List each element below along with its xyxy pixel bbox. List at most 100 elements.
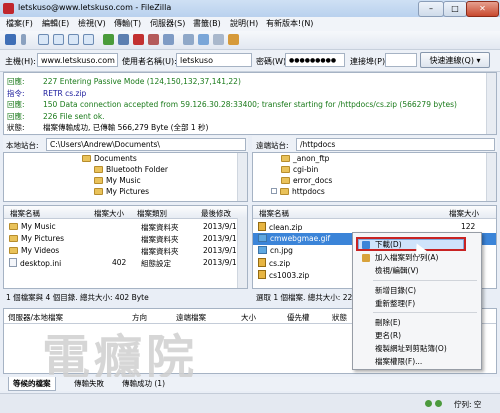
log-scrollbar[interactable] [486,73,496,134]
local-tree-scrollbar[interactable] [237,153,247,201]
site-manager-icon[interactable] [5,34,16,45]
context-menu-label: 複製網址到剪貼簿(O) [375,344,447,353]
context-menu-item[interactable]: 刪除(E) [353,317,481,329]
col-filesize[interactable]: 檔案大小 [94,208,124,219]
remote-path-input[interactable]: /httpdocs [296,138,495,151]
toggle-local-tree-icon[interactable] [53,34,64,45]
tab-queued-files[interactable]: 等候的檔案 [8,377,56,391]
tree-item-music[interactable]: My Music [94,176,141,187]
menu-new-version[interactable]: 有新版本!(N) [266,18,313,29]
col-size[interactable]: 大小 [241,312,256,323]
toggle-remote-tree-icon[interactable] [68,34,79,45]
context-menu-item[interactable]: 檢視/編輯(V) [353,265,481,277]
context-menu-item[interactable]: 重新整理(F) [353,298,481,310]
col-filename[interactable]: 檔案名稱 [10,208,40,219]
maximize-button[interactable]: □ [443,1,467,17]
quickconnect-label: 快速連線(Q) [429,56,474,65]
log-type: 狀態: [7,123,25,132]
queue-status: 佇列: 空 [454,400,482,409]
dropdown-arrow-icon[interactable] [21,34,26,45]
col-filename[interactable]: 檔案名稱 [259,208,289,219]
log-type: 回應: [7,100,25,109]
host-input[interactable]: www.letskuso.com [37,53,118,67]
log-row: 狀態: 檔案傳輸成功, 已傳輸 566,279 Byte (全部 1 秒) [7,122,208,133]
tab-successful[interactable]: 傳輸成功 (1) [118,377,169,390]
menu-edit[interactable]: 編輯(E) [42,18,69,29]
table-row[interactable]: My Videos 檔案資料夾 2013/9/14 [4,245,241,257]
quickconnect-button[interactable]: 快速連線(Q) ▾ [420,52,490,68]
tree-item-bluetooth[interactable]: Bluetooth Folder [94,165,168,176]
menu-server[interactable]: 伺服器(S) [150,18,185,29]
expand-icon[interactable] [271,188,277,194]
compare-icon[interactable] [213,34,224,45]
process-queue-icon[interactable] [118,34,129,45]
toggle-queue-icon[interactable] [83,34,94,45]
status-bar: 佇列: 空 [0,393,500,413]
context-menu-item[interactable]: 檔案權限(F)... [353,356,481,368]
folder-icon [281,177,290,184]
directory-listing-icon[interactable] [183,34,194,45]
col-status[interactable]: 狀態 [332,312,347,323]
menu-bar: 檔案(F) 編輯(E) 檢視(V) 傳輸(T) 伺服器(S) 書籤(B) 說明(… [0,17,500,31]
username-input[interactable]: letskuso [176,53,252,67]
file-type: 組態設定 [141,259,171,268]
file-date: 2013/9/14 [203,234,242,243]
message-log: 回應: 227 Entering Passive Mode (124,150,13… [3,72,497,135]
context-menu-item[interactable]: 新增目錄(C) [353,285,481,297]
password-input[interactable]: ●●●●●●●●● [285,53,345,67]
reconnect-icon[interactable] [163,34,174,45]
file-date: 2013/9/14 [203,258,242,267]
remote-status: 選取 1 個檔案. 總共大小: 22,74 [256,293,365,302]
context-menu-item[interactable]: 更名(R) [353,330,481,342]
disconnect-icon[interactable] [148,34,159,45]
title-bar: letskuso@www.letskuso.com - FileZilla – … [0,0,500,18]
col-modified[interactable]: 最後修改 [201,208,231,219]
menu-view[interactable]: 檢視(V) [78,18,106,29]
tree-item-pictures[interactable]: My Pictures [94,187,149,198]
log-message: 檔案傳輸成功, 已傳輸 566,279 Byte (全部 1 秒) [43,123,209,132]
transfer-status-icon [435,400,442,407]
table-row[interactable]: My Music 檔案資料夾 2013/9/14 [4,221,241,233]
context-menu-item[interactable]: 複製網址到剪貼簿(O) [353,343,481,355]
remote-tree-scrollbar[interactable] [486,153,496,201]
search-icon[interactable] [228,34,239,45]
filezilla-icon [3,3,14,14]
file-name: cmwebgmae.gif [270,234,331,243]
close-button[interactable]: ✕ [466,1,499,17]
menu-bookmarks[interactable]: 書籤(B) [193,18,221,29]
image-icon [258,246,267,254]
file-name: My Videos [21,246,60,255]
sync-browse-icon[interactable] [198,34,209,45]
toggle-log-icon[interactable] [38,34,49,45]
col-priority[interactable]: 優先權 [287,312,310,323]
table-row[interactable]: My Pictures 檔案資料夾 2013/9/14 [4,233,242,245]
menu-transfer[interactable]: 傳輸(T) [114,18,141,29]
col-filetype[interactable]: 檔案類別 [137,208,167,219]
menu-help[interactable]: 說明(H) [230,18,258,29]
cancel-icon[interactable] [133,34,144,45]
log-type: 指令: [7,88,25,98]
tree-item-anon-ftp[interactable]: _anon_ftp [281,154,329,165]
log-row: 回應: 150 Data connection accepted from 59.… [7,99,457,110]
refresh-icon[interactable] [103,34,114,45]
minimize-button[interactable]: – [418,1,444,17]
tree-item-httpdocs[interactable]: httpdocs [271,187,325,198]
port-input[interactable] [385,53,417,67]
tree-item-documents[interactable]: Documents [82,154,137,165]
local-list-scrollbar[interactable] [237,218,247,288]
download-icon [362,241,370,249]
file-size: 402 [112,258,127,267]
file-name: desktop.ini [20,259,62,268]
col-filesize[interactable]: 檔案大小 [449,208,479,219]
table-row[interactable]: desktop.ini 402 組態設定 2013/9/14 [4,257,242,269]
folder-icon [281,155,290,162]
context-menu-label: 刪除(E) [375,318,401,327]
context-menu-label: 加入檔案到佇列(A) [375,253,439,262]
tree-item-cgi-bin[interactable]: cgi-bin [281,165,318,176]
menu-file[interactable]: 檔案(F) [6,18,33,29]
tab-failed[interactable]: 傳輸失敗 [70,377,108,390]
remote-file-header: 檔案名稱 檔案大小 [253,206,496,219]
tree-item-error-docs[interactable]: error_docs [281,176,332,187]
local-path-input[interactable]: C:\Users\Andrew\Documents\ [46,138,246,151]
file-name: cs.zip [269,259,291,268]
